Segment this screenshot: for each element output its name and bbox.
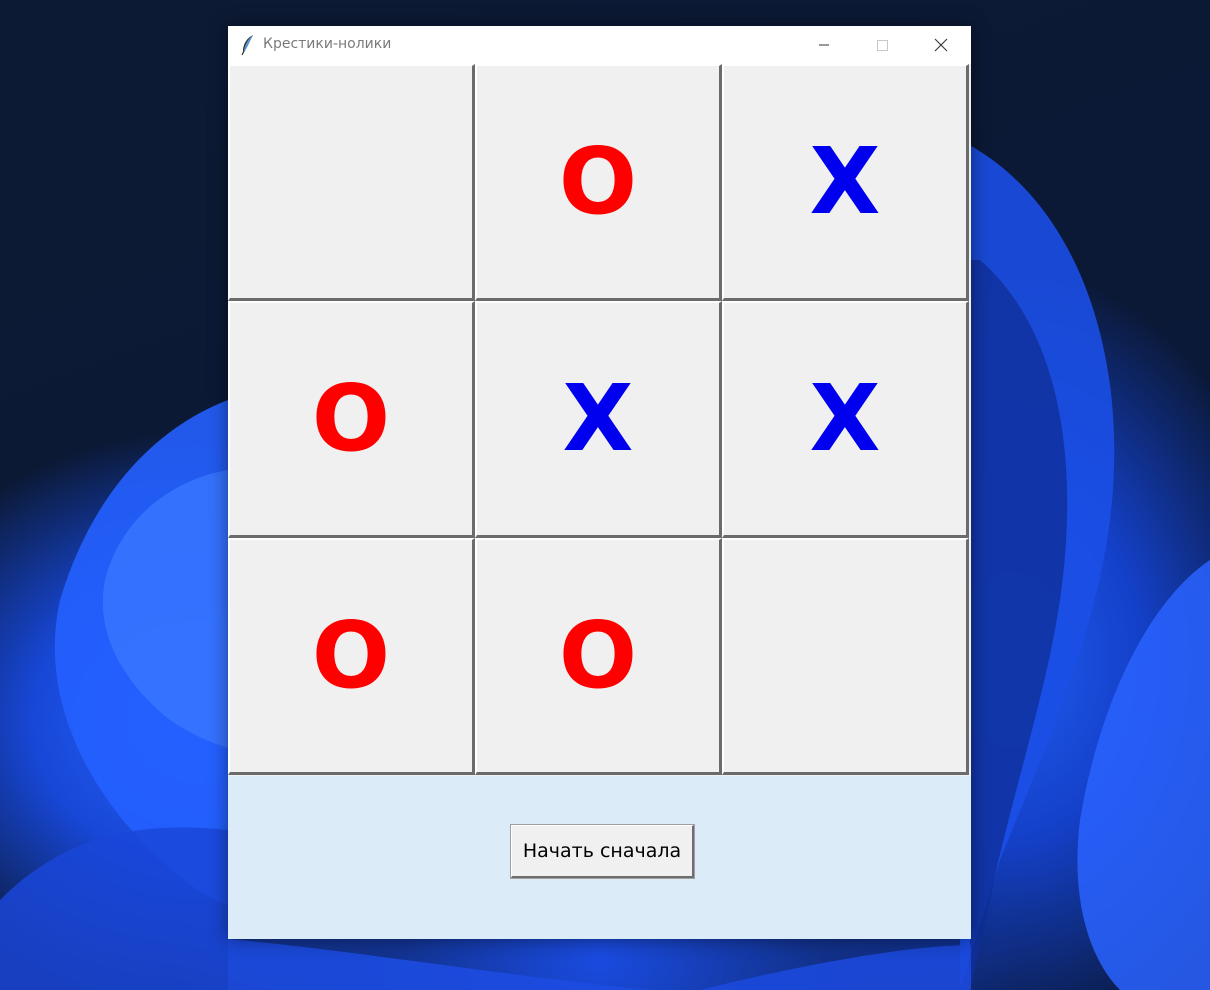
feather-icon [241,35,253,56]
minimize-icon [819,44,829,46]
board-cell-1[interactable] [228,64,475,301]
window-title: Крестики-нолики [263,36,392,52]
board-cell-6[interactable]: X [722,301,969,538]
board-cell-3[interactable]: X [722,64,969,301]
board-cell-4[interactable]: O [228,301,475,538]
minimize-button[interactable] [795,26,853,64]
game-board: O X O X X O O [228,64,971,776]
title-bar[interactable]: Крестики-нолики [228,26,971,64]
close-icon [934,38,948,52]
board-cell-9[interactable] [722,538,969,775]
board-cell-2[interactable]: O [475,64,722,301]
restart-button[interactable]: Начать сначала [510,824,695,879]
board-cell-8[interactable]: O [475,538,722,775]
control-panel: Начать сначала [228,776,971,939]
close-button[interactable] [911,26,969,64]
app-window: Крестики-нолики O X O X X O O Начать сна… [228,26,971,939]
maximize-icon [877,40,888,51]
maximize-button[interactable] [853,26,911,64]
board-cell-5[interactable]: X [475,301,722,538]
board-cell-7[interactable]: O [228,538,475,775]
